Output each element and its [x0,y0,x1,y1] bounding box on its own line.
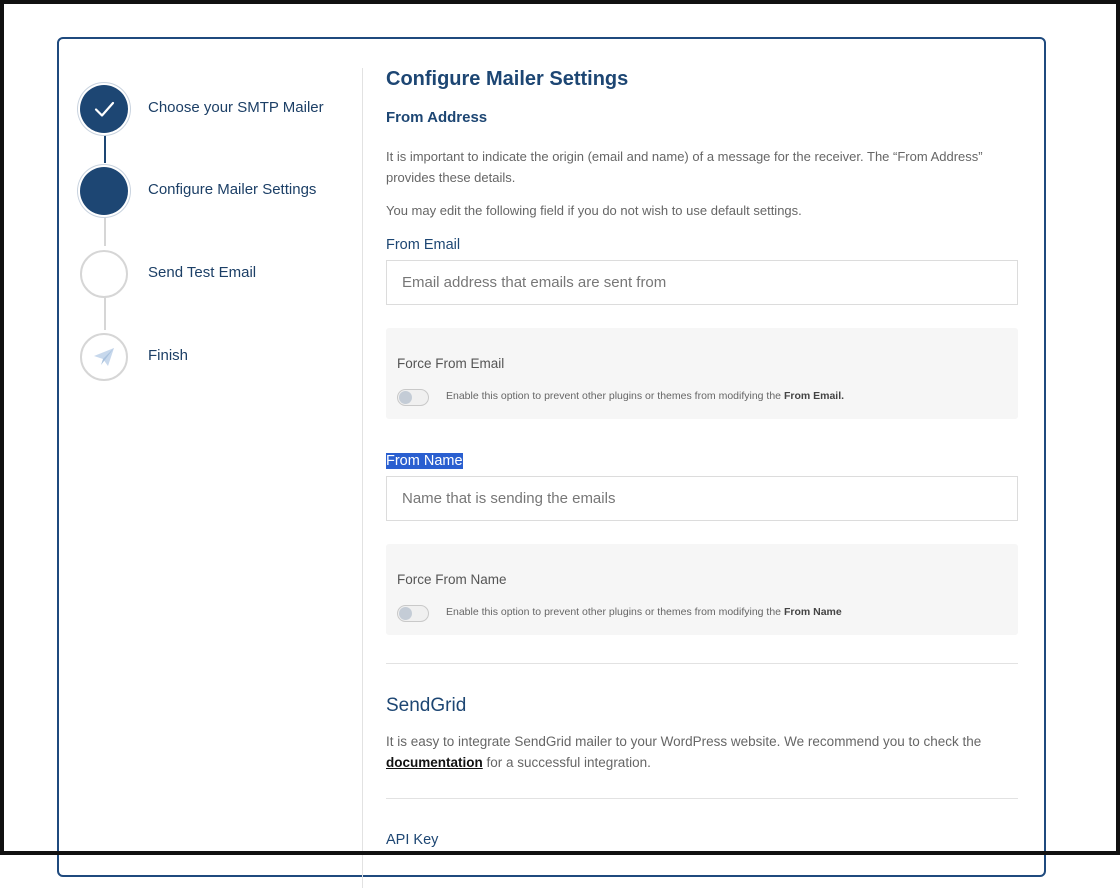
force-from-email-box: Force From Email Enable this option to p… [386,328,1018,419]
step-label: Finish [148,347,189,364]
section-divider [386,663,1018,664]
force-from-name-desc-text: Enable this option to prevent other plug… [446,606,784,618]
from-name-label-selected-text: From Name [386,453,463,469]
step-pending-indicator [80,333,128,381]
step-label: Send Test Email [148,264,257,281]
step-configure-mailer[interactable]: Configure Mailer Settings [80,167,340,215]
from-name-placeholder: Name that is sending the emails [402,490,616,507]
section-divider [386,798,1018,799]
sendgrid-desc-suffix: for a successful integration. [482,755,651,770]
documentation-link[interactable]: documentation [386,755,483,770]
page-title: Configure Mailer Settings [386,68,629,90]
sendgrid-desc-text: It is easy to integrate SendGrid mailer … [386,734,982,749]
from-address-description: It is important to indicate the origin (… [386,149,983,185]
toggle-knob [399,607,412,620]
paper-plane-icon [94,348,114,366]
step-done-indicator [80,85,128,133]
force-from-email-desc-bold: From Email. [783,390,845,402]
setup-wizard-card: Choose your SMTP Mailer Configure Mailer… [57,37,1046,888]
from-email-label: From Email [386,237,461,253]
step-label: Choose your SMTP Mailer [148,99,324,116]
step-connector [104,133,106,163]
from-address-heading: From Address [386,109,488,126]
force-from-name-box: Force From Name Enable this option to pr… [386,544,1018,635]
from-email-field[interactable]: Email address that emails are sent from [386,260,1018,305]
step-connector [104,214,106,246]
force-from-email-title: Force From Email [397,356,505,371]
step-connector [104,297,106,330]
step-pending-indicator [80,250,128,298]
from-email-placeholder: Email address that emails are sent from [402,274,667,291]
step-finish[interactable]: Finish [80,333,340,381]
force-from-email-description: Enable this option to prevent other plug… [446,390,844,402]
check-icon [94,101,115,117]
force-from-email-toggle[interactable] [397,389,429,406]
step-label: Configure Mailer Settings [148,181,317,198]
step-choose-mailer[interactable]: Choose your SMTP Mailer [80,85,340,133]
edit-note: You may edit the following field if you … [386,203,802,218]
force-from-name-description: Enable this option to prevent other plug… [446,606,842,618]
from-name-label: From Name [386,453,463,469]
force-from-name-title: Force From Name [397,572,507,587]
force-from-name-toggle[interactable] [397,605,429,622]
sendgrid-heading: SendGrid [386,695,467,716]
force-from-email-desc-text: Enable this option to prevent other plug… [446,390,784,402]
api-key-label: API Key [386,832,439,848]
toggle-knob [399,391,412,404]
sendgrid-description: It is easy to integrate SendGrid mailer … [386,731,1006,773]
step-send-test-email[interactable]: Send Test Email [80,250,340,298]
from-name-field[interactable]: Name that is sending the emails [386,476,1018,521]
step-active-indicator [80,167,128,215]
force-from-name-desc-bold: From Name [783,606,842,618]
column-divider [362,68,363,888]
